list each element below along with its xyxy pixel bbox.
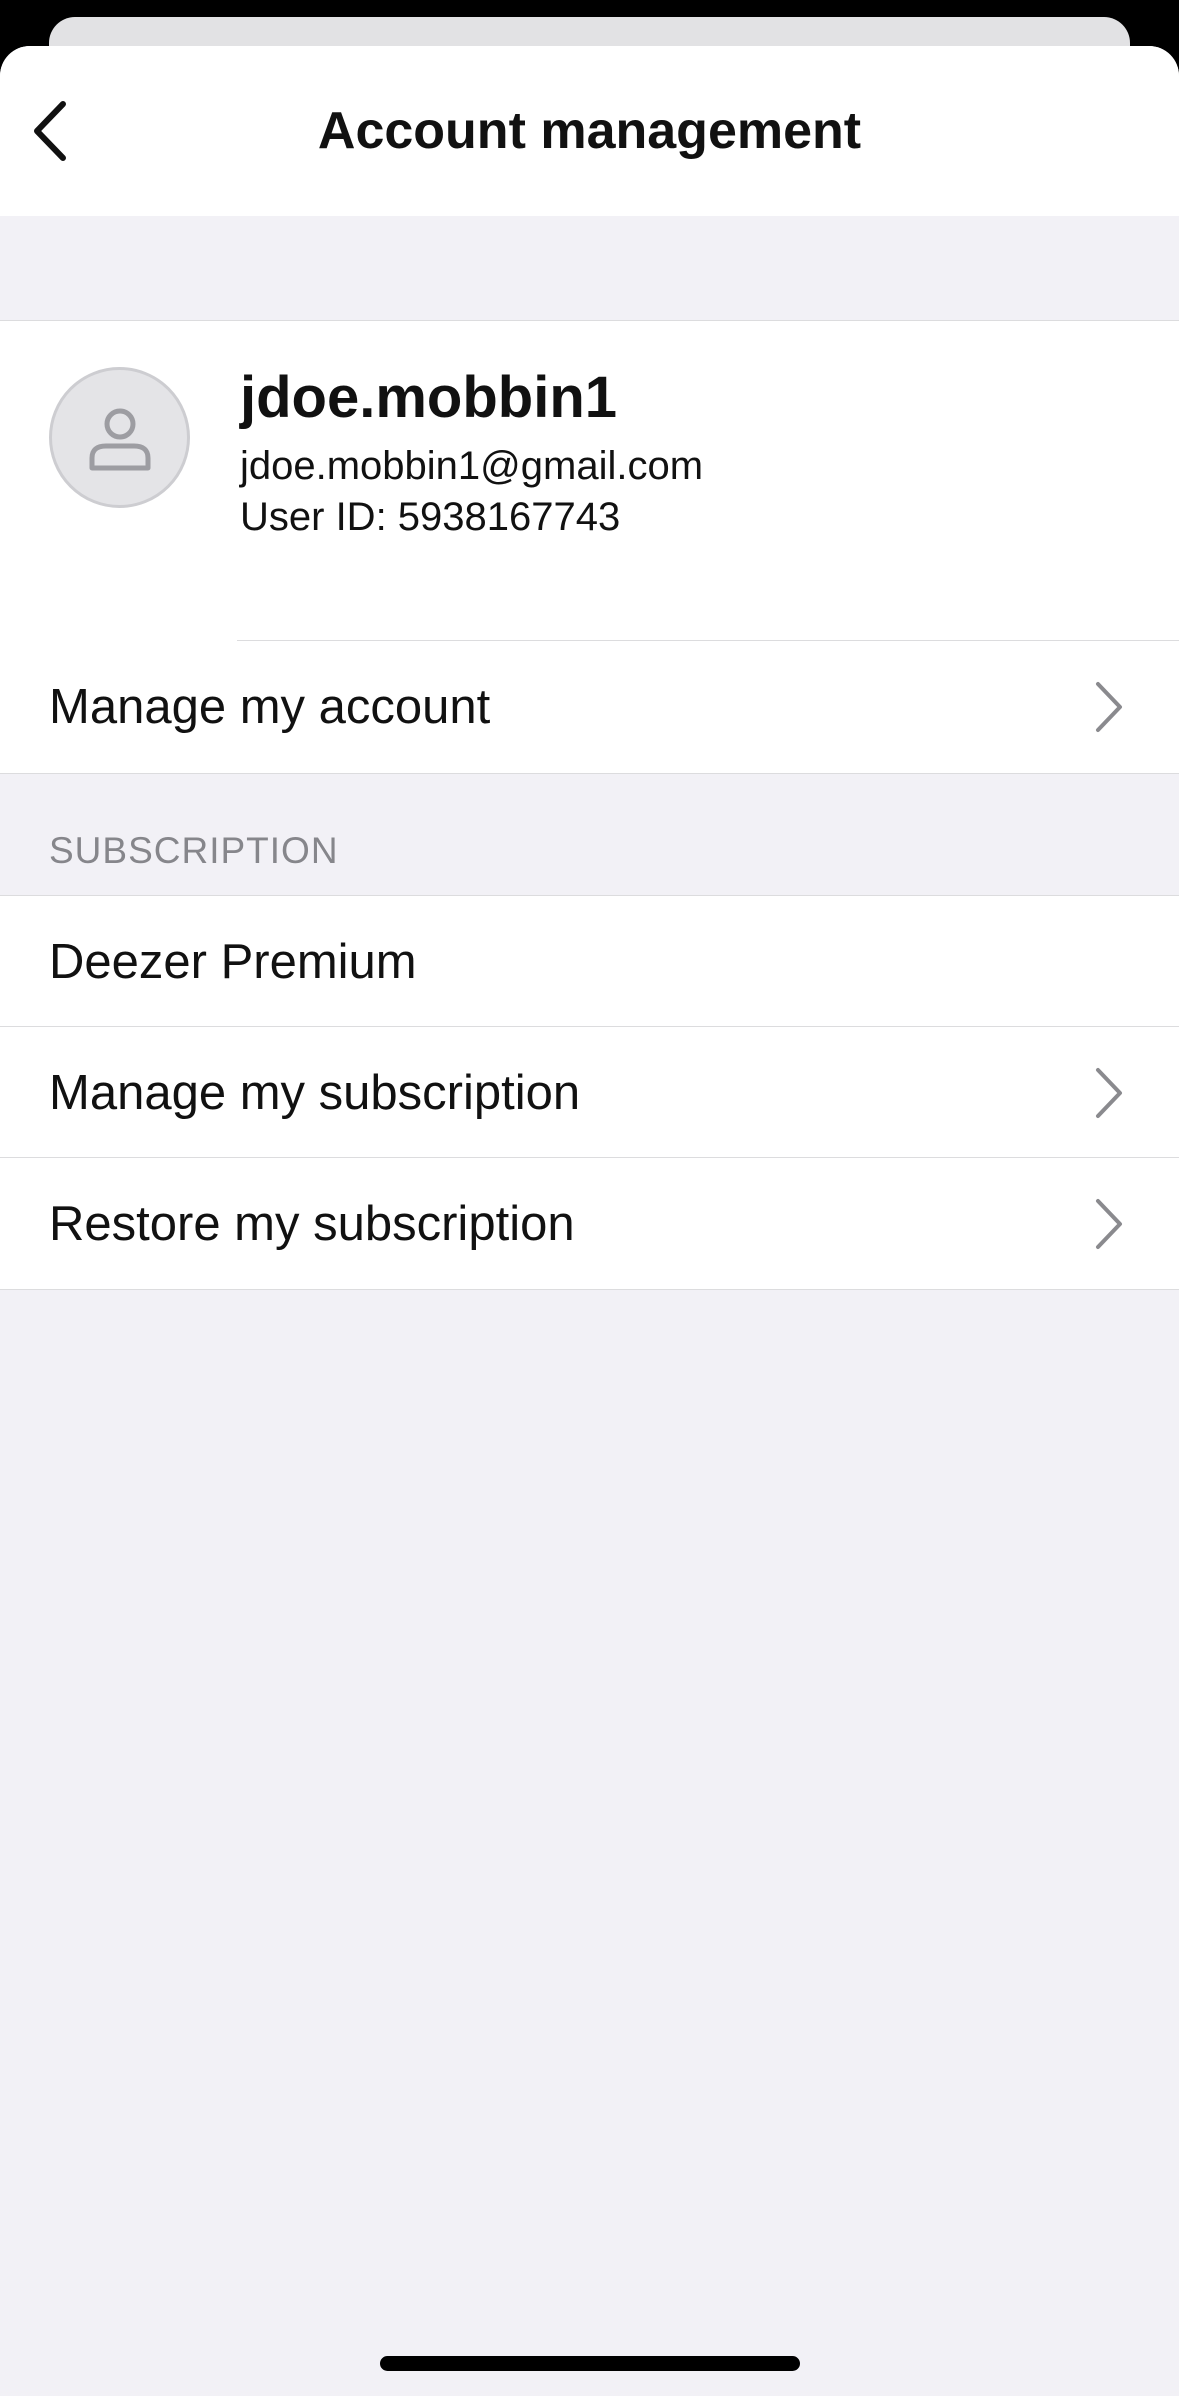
user-id: User ID: 5938167743 xyxy=(240,495,621,539)
subscription-plan-label: Deezer Premium xyxy=(49,934,417,989)
email-address: jdoe.mobbin1@gmail.com xyxy=(240,444,704,488)
person-icon xyxy=(89,408,150,470)
back-button[interactable] xyxy=(0,81,100,181)
profile-card: jdoe.mobbin1 jdoe.mobbin1@gmail.com User… xyxy=(0,320,1179,774)
home-indicator[interactable] xyxy=(380,2356,800,2371)
restore-subscription-label: Restore my subscription xyxy=(49,1196,575,1251)
navigation-bar: Account management xyxy=(0,46,1179,216)
restore-subscription-row[interactable]: Restore my subscription xyxy=(0,1158,1179,1289)
manage-subscription-label: Manage my subscription xyxy=(49,1065,581,1120)
chevron-left-icon xyxy=(34,101,66,161)
chevron-right-icon xyxy=(1089,679,1129,735)
page-title: Account management xyxy=(317,102,862,160)
account-management-sheet: Account management jdoe.mobbin1 jdoe.mob… xyxy=(0,46,1179,2396)
manage-account-row[interactable]: Manage my account xyxy=(0,641,1179,772)
avatar xyxy=(49,367,190,508)
subscription-card: Deezer Premium Manage my subscription Re… xyxy=(0,895,1179,1290)
manage-subscription-row[interactable]: Manage my subscription xyxy=(0,1027,1179,1158)
username: jdoe.mobbin1 xyxy=(240,365,617,430)
subscription-plan-row: Deezer Premium xyxy=(0,896,1179,1027)
manage-account-label: Manage my account xyxy=(49,679,491,734)
chevron-right-icon xyxy=(1089,1065,1129,1121)
subscription-section-header: SUBSCRIPTION xyxy=(49,830,339,871)
chevron-right-icon xyxy=(1089,1196,1129,1252)
